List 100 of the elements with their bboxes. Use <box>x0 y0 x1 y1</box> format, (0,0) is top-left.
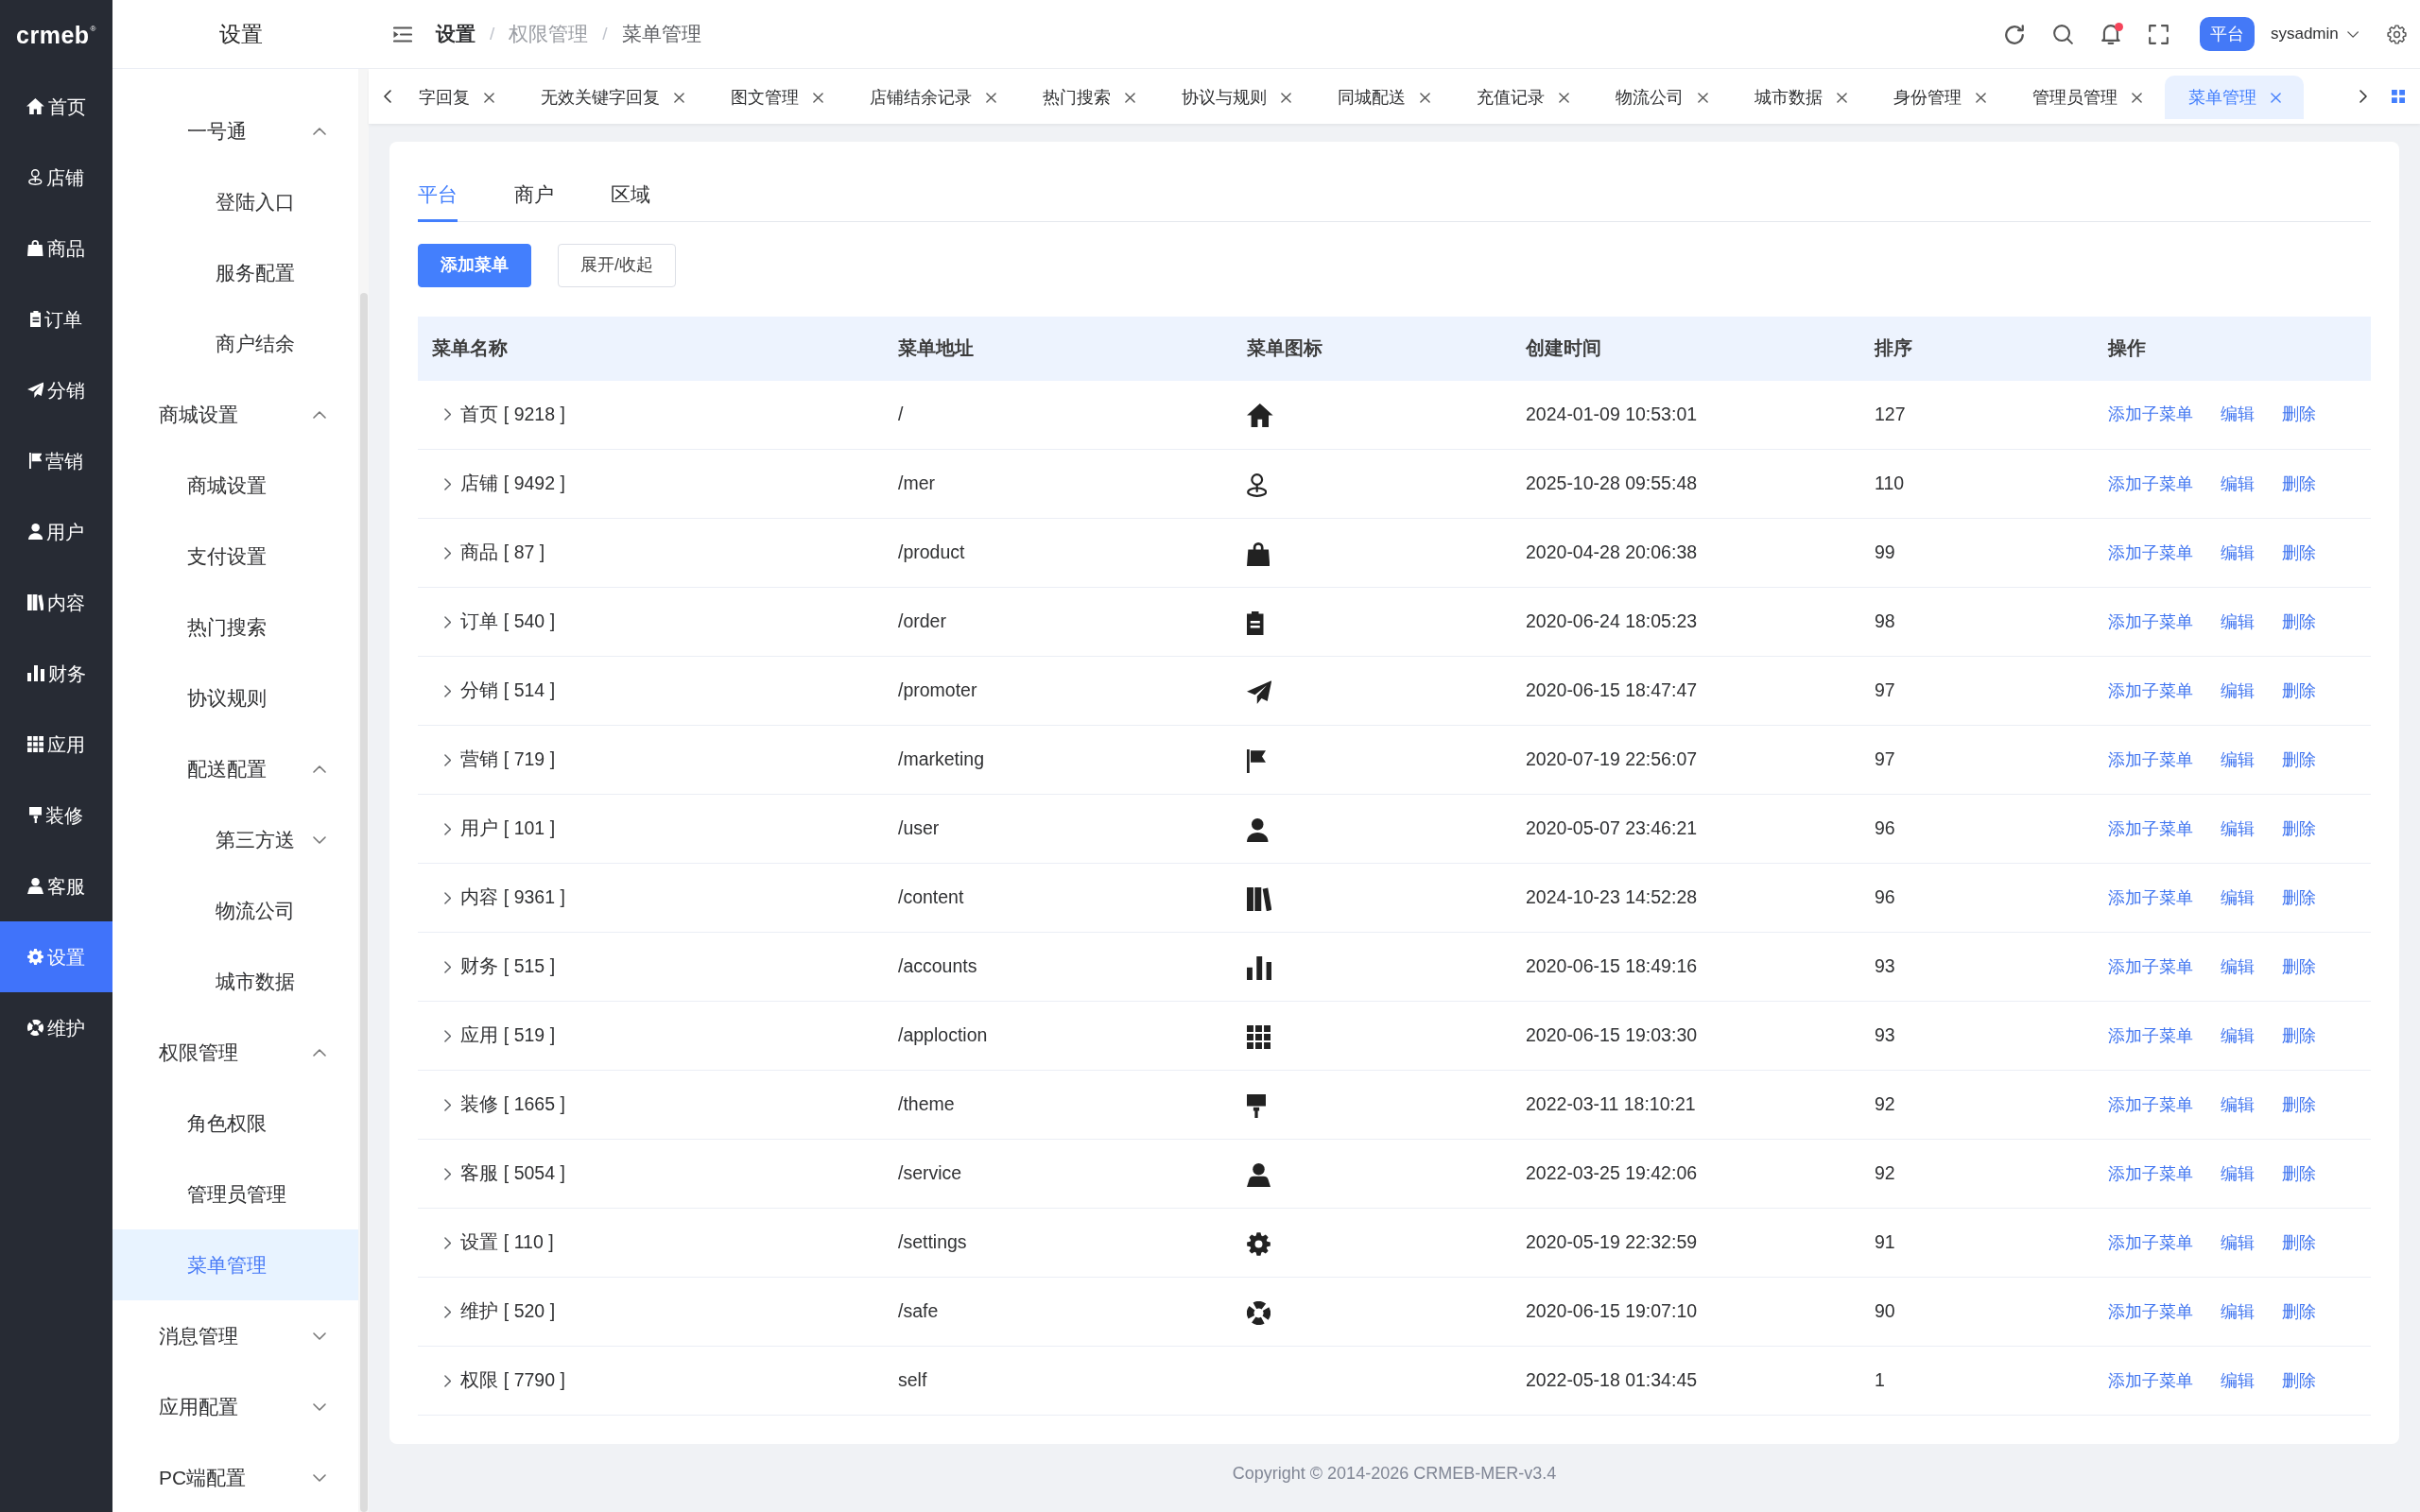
action-link[interactable]: 添加子菜单 <box>2108 540 2193 566</box>
nav-item[interactable]: 装修 <box>0 780 112 850</box>
menu-item[interactable]: 第三方送 <box>112 804 358 875</box>
action-link[interactable]: 添加子菜单 <box>2108 747 2193 773</box>
close-icon[interactable] <box>1837 92 1847 103</box>
menu-item[interactable]: 支付设置 <box>112 521 358 592</box>
nav-item[interactable]: 用户 <box>0 496 112 567</box>
menu-item[interactable]: 商户结余 <box>112 308 358 379</box>
toolbar-button[interactable]: 展开/收起 <box>558 243 676 287</box>
menu-item[interactable]: 登陆入口 <box>112 166 358 237</box>
action-link[interactable]: 添加子菜单 <box>2108 1367 2193 1394</box>
close-icon[interactable] <box>674 92 684 103</box>
page-tab[interactable]: 店铺结余记录 <box>846 76 1019 119</box>
action-link[interactable]: 添加子菜单 <box>2108 1229 2193 1256</box>
nav-item[interactable]: 分销 <box>0 354 112 425</box>
close-icon[interactable] <box>2271 92 2281 103</box>
action-link[interactable]: 删除 <box>2282 816 2316 842</box>
action-link[interactable]: 编辑 <box>2221 816 2255 842</box>
menu-item[interactable]: 商城设置 <box>112 379 358 450</box>
action-link[interactable]: 添加子菜单 <box>2108 609 2193 635</box>
chevron-right-icon[interactable] <box>2360 90 2367 103</box>
chevron-left-icon[interactable] <box>384 90 391 103</box>
action-link[interactable]: 编辑 <box>2221 402 2255 428</box>
action-link[interactable]: 添加子菜单 <box>2108 402 2193 428</box>
toolbar-button[interactable]: 添加菜单 <box>418 243 531 287</box>
menu-item[interactable]: 一号通 <box>112 95 358 166</box>
action-link[interactable]: 删除 <box>2282 1229 2316 1256</box>
close-icon[interactable] <box>1976 92 1986 103</box>
nav-item[interactable]: 客服 <box>0 850 112 921</box>
action-link[interactable]: 添加子菜单 <box>2108 1298 2193 1325</box>
action-link[interactable]: 删除 <box>2282 678 2316 704</box>
action-link[interactable]: 删除 <box>2282 954 2316 980</box>
breadcrumb-item[interactable]: 权限管理 <box>509 19 589 49</box>
menu-item[interactable]: 商城设置 <box>112 450 358 521</box>
menu-item[interactable]: 管理员管理 <box>112 1159 358 1229</box>
page-tab[interactable]: 物流公司 <box>1592 76 1731 119</box>
menu-icon[interactable] <box>393 26 412 43</box>
close-icon[interactable] <box>1420 92 1430 103</box>
scrollbar-thumb[interactable] <box>359 293 368 1512</box>
close-icon[interactable] <box>1281 92 1291 103</box>
chevron-right-icon[interactable] <box>444 891 452 904</box>
action-link[interactable]: 编辑 <box>2221 885 2255 911</box>
close-icon[interactable] <box>1559 92 1569 103</box>
chevron-right-icon[interactable] <box>444 1029 452 1042</box>
nav-item[interactable]: 订单 <box>0 284 112 354</box>
chevron-right-icon[interactable] <box>444 1305 452 1318</box>
nav-item[interactable]: 内容 <box>0 567 112 638</box>
action-link[interactable]: 编辑 <box>2221 1229 2255 1256</box>
chevron-right-icon[interactable] <box>444 960 452 973</box>
action-link[interactable]: 删除 <box>2282 402 2316 428</box>
page-tab[interactable]: 协议与规则 <box>1158 76 1314 119</box>
action-link[interactable]: 添加子菜单 <box>2108 1022 2193 1049</box>
action-link[interactable]: 删除 <box>2282 1298 2316 1325</box>
menu-item[interactable]: 应用配置 <box>112 1371 358 1442</box>
close-icon[interactable] <box>986 92 996 103</box>
action-link[interactable]: 添加子菜单 <box>2108 678 2193 704</box>
action-link[interactable]: 删除 <box>2282 1091 2316 1118</box>
chevron-right-icon[interactable] <box>444 408 452 421</box>
page-tab[interactable]: 身份管理 <box>1870 76 2009 119</box>
page-tab[interactable]: 充值记录 <box>1453 76 1592 119</box>
nav-item[interactable]: 应用 <box>0 709 112 780</box>
page-tab[interactable]: 无效关键字回复 <box>517 76 707 119</box>
action-link[interactable]: 编辑 <box>2221 1367 2255 1394</box>
action-link[interactable]: 编辑 <box>2221 471 2255 497</box>
tab[interactable]: 商户 <box>514 180 554 222</box>
menu-item[interactable]: 菜单管理 <box>112 1229 358 1300</box>
action-link[interactable]: 删除 <box>2282 540 2316 566</box>
page-tab[interactable]: 管理员管理 <box>2009 76 2165 119</box>
mode-button[interactable]: 平台 <box>2199 17 2255 51</box>
user-menu[interactable]: sysadmin <box>2270 22 2359 46</box>
menu-item[interactable]: PC端配置 <box>112 1442 358 1512</box>
action-link[interactable]: 编辑 <box>2221 1160 2255 1187</box>
chevron-right-icon[interactable] <box>444 615 452 628</box>
settings-icon[interactable] <box>2387 24 2407 44</box>
action-link[interactable]: 删除 <box>2282 1160 2316 1187</box>
nav-item[interactable]: 财务 <box>0 638 112 709</box>
chevron-right-icon[interactable] <box>444 822 452 835</box>
page-tab[interactable]: 热门搜索 <box>1019 76 1158 119</box>
nav-item[interactable]: 维护 <box>0 992 112 1063</box>
nav-item[interactable]: 设置 <box>0 921 112 992</box>
action-link[interactable]: 编辑 <box>2221 747 2255 773</box>
close-icon[interactable] <box>484 92 494 103</box>
action-link[interactable]: 编辑 <box>2221 954 2255 980</box>
grid-icon[interactable] <box>2392 90 2405 103</box>
menu-item[interactable]: 城市数据 <box>112 946 358 1017</box>
chevron-right-icon[interactable] <box>444 1374 452 1387</box>
action-link[interactable]: 删除 <box>2282 1022 2316 1049</box>
page-tab[interactable]: 城市数据 <box>1731 76 1870 119</box>
action-link[interactable]: 编辑 <box>2221 1298 2255 1325</box>
action-link[interactable]: 添加子菜单 <box>2108 1160 2193 1187</box>
page-tab[interactable]: 字回复 <box>395 76 517 119</box>
close-icon[interactable] <box>813 92 823 103</box>
page-tab[interactable]: 菜单管理 <box>2165 76 2304 119</box>
action-link[interactable]: 添加子菜单 <box>2108 885 2193 911</box>
page-tab[interactable]: 同城配送 <box>1314 76 1453 119</box>
menu-item[interactable]: 配送配置 <box>112 733 358 804</box>
search-icon[interactable] <box>2053 24 2074 44</box>
breadcrumb-item[interactable]: 设置 <box>436 19 475 49</box>
close-icon[interactable] <box>1125 92 1135 103</box>
nav-item[interactable]: 商品 <box>0 213 112 284</box>
